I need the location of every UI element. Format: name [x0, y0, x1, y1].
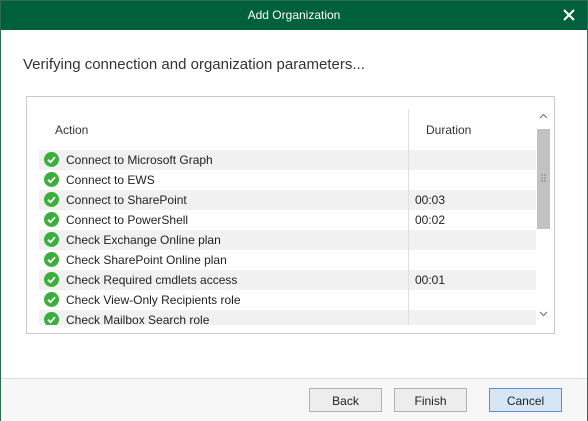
- back-button[interactable]: Back: [309, 388, 382, 412]
- table-row[interactable]: Connect to SharePoint 00:03: [39, 190, 536, 210]
- table-row[interactable]: Check View-Only Recipients role: [39, 290, 536, 310]
- column-header-action[interactable]: Action: [55, 123, 88, 137]
- table-row[interactable]: Connect to EWS: [39, 170, 536, 190]
- table-row[interactable]: Check SharePoint Online plan: [39, 250, 536, 270]
- check-circle-icon: [44, 192, 59, 207]
- cell-divider: [408, 190, 409, 210]
- row-action: Connect to PowerShell: [66, 213, 189, 227]
- row-action: Check Exchange Online plan: [66, 233, 221, 247]
- row-duration: 00:02: [415, 213, 446, 227]
- row-action: Check Mailbox Search role: [66, 313, 210, 325]
- check-circle-icon: [44, 312, 59, 325]
- column-header-duration[interactable]: Duration: [426, 123, 471, 137]
- check-circle-icon: [44, 172, 59, 187]
- cell-divider: [408, 290, 409, 310]
- cell-divider: [408, 210, 409, 230]
- table-row[interactable]: Connect to Microsoft Graph: [39, 150, 536, 170]
- row-duration: 00:01: [415, 273, 446, 287]
- dialog-footer: Back Finish Cancel: [1, 378, 587, 421]
- window-title: Add Organization: [247, 8, 341, 22]
- check-circle-icon: [44, 232, 59, 247]
- cell-divider: [408, 150, 409, 170]
- verification-results-table: Action Duration Connect to Microsoft Gra…: [26, 96, 555, 334]
- table-rows: Connect to Microsoft Graph Connect to EWS…: [39, 150, 536, 325]
- table-row[interactable]: Check Mailbox Search role: [39, 310, 536, 325]
- title-bar[interactable]: Add Organization: [1, 1, 587, 30]
- row-duration: 00:03: [415, 193, 446, 207]
- close-icon[interactable]: [561, 7, 577, 23]
- row-action: Connect to SharePoint: [66, 193, 187, 207]
- row-action: Check Required cmdlets access: [66, 273, 238, 287]
- add-organization-dialog: Add Organization Verifying connection an…: [0, 0, 588, 421]
- check-circle-icon: [44, 212, 59, 227]
- row-action: Check SharePoint Online plan: [66, 253, 227, 267]
- row-action: Connect to Microsoft Graph: [66, 153, 213, 167]
- cancel-button[interactable]: Cancel: [489, 388, 562, 412]
- table-row[interactable]: Connect to PowerShell 00:02: [39, 210, 536, 230]
- cell-divider: [408, 230, 409, 250]
- table-row[interactable]: Check Exchange Online plan: [39, 230, 536, 250]
- grip-icon: [541, 174, 546, 182]
- page-heading: Verifying connection and organization pa…: [23, 56, 365, 73]
- finish-button[interactable]: Finish: [394, 388, 467, 412]
- table-row[interactable]: Check Required cmdlets access 00:01: [39, 270, 536, 290]
- check-circle-icon: [44, 272, 59, 287]
- check-circle-icon: [44, 252, 59, 267]
- vertical-scrollbar[interactable]: [536, 109, 551, 321]
- check-circle-icon: [44, 292, 59, 307]
- cell-divider: [408, 250, 409, 270]
- row-action: Connect to EWS: [66, 173, 155, 187]
- chevron-down-icon[interactable]: [538, 308, 549, 319]
- cell-divider: [408, 270, 409, 290]
- check-circle-icon: [44, 152, 59, 167]
- scrollbar-thumb[interactable]: [537, 129, 550, 229]
- cell-divider: [408, 170, 409, 190]
- row-action: Check View-Only Recipients role: [66, 293, 241, 307]
- cell-divider: [408, 310, 409, 325]
- chevron-up-icon[interactable]: [538, 111, 549, 122]
